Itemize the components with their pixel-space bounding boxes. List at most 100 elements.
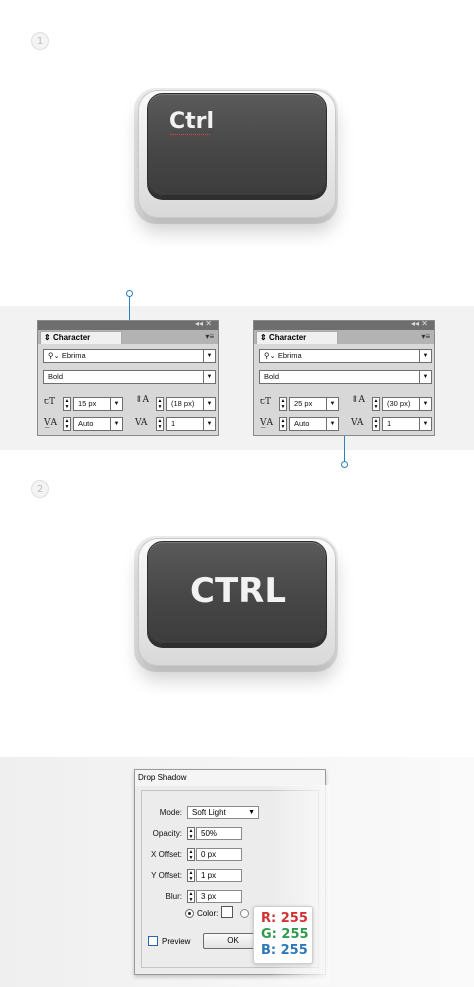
color-label: Color: [197, 909, 219, 918]
font-style-field[interactable]: Bold ▼ [43, 370, 216, 384]
tracking-icon: VA [351, 418, 364, 428]
panel-menu-icon[interactable]: ▾≡ [421, 332, 430, 341]
kerning-field[interactable]: Auto ▼ [73, 417, 123, 431]
rgb-color-callout: R: 255 G: 255 B: 255 [253, 906, 313, 964]
panel-menu-icon[interactable]: ▾≡ [205, 332, 214, 341]
x-offset-label: X Offset: [151, 850, 182, 859]
ctrl-key: Ctrl [147, 93, 327, 196]
opacity-field[interactable]: 50% [196, 827, 242, 840]
tracking-value: 1 [171, 419, 176, 428]
search-icon: ⚲⌄ [264, 351, 276, 360]
chevron-down-icon[interactable]: ▼ [203, 371, 215, 383]
leading-field[interactable]: (18 px) ▼ [166, 397, 216, 411]
chevron-down-icon[interactable]: ▼ [248, 807, 255, 818]
blur-label: Blur: [165, 892, 182, 901]
dialog-title: Drop Shadow [135, 770, 325, 786]
character-panel-left: ◂◂ ✕ ⇕ Character ▾≡ ⚲⌄ Ebrima ▼ Bold ▼ ꞇ… [37, 319, 219, 436]
font-family-field[interactable]: ⚲⌄ Ebrima ▼ [259, 349, 432, 363]
kerning-field[interactable]: Auto ▼ [289, 417, 339, 431]
leading-value: (18 px) [171, 399, 195, 408]
panel-titlebar: ◂◂ ✕ [254, 319, 434, 330]
font-style-value: Bold [264, 372, 280, 381]
leading-stepper[interactable]: ▲ ▼ [156, 397, 164, 411]
kerning-value: Auto [78, 419, 94, 428]
color-swatch[interactable] [221, 906, 233, 918]
chevron-down-icon[interactable]: ▼ [419, 418, 431, 430]
leading-field[interactable]: (30 px) ▼ [382, 397, 432, 411]
connector-line-right [344, 436, 345, 462]
connector-dot-right [341, 461, 348, 468]
chevron-down-icon[interactable]: ▼ [419, 350, 431, 362]
red-value: R: 255 [261, 911, 308, 926]
kerning-icon: V̲A [260, 418, 273, 428]
chevron-down-icon[interactable]: ▼ [419, 371, 431, 383]
y-offset-field[interactable]: 1 px [196, 869, 242, 882]
step-number-badge: 2 [31, 480, 49, 498]
mode-value: Soft Light [192, 808, 226, 817]
font-family-value: Ebrima [277, 351, 302, 360]
font-size-field[interactable]: 15 px ▼ [73, 397, 123, 411]
tracking-icon: VA [135, 418, 148, 428]
chevron-down-icon[interactable]: ▼ [203, 350, 215, 362]
tracking-value: 1 [387, 419, 392, 428]
panel-titlebar: ◂◂ ✕ [38, 319, 218, 330]
font-size-value: 15 px [78, 399, 97, 408]
font-style-field[interactable]: Bold ▼ [259, 370, 432, 384]
tab-character-label: Character [52, 333, 91, 342]
kerning-stepper[interactable]: ▲ ▼ [63, 417, 71, 431]
tracking-stepper[interactable]: ▲ ▼ [156, 417, 164, 431]
chevron-down-icon[interactable]: ▼ [110, 398, 122, 410]
font-size-value: 25 px [294, 399, 313, 408]
font-size-icon: ꞇT [260, 397, 272, 407]
chevron-down-icon[interactable]: ▼ [419, 398, 431, 410]
connector-dot-left [126, 290, 133, 297]
tracking-field[interactable]: 1 ▼ [166, 417, 216, 431]
leading-value: (30 px) [387, 399, 411, 408]
opacity-stepper[interactable]: ▲ ▼ [187, 827, 195, 840]
kerning-stepper[interactable]: ▲ ▼ [279, 417, 287, 431]
panel-window-controls[interactable]: ◂◂ ✕ [411, 319, 428, 328]
tab-character[interactable]: ⇕ Character [40, 331, 122, 344]
kerning-icon: V̲A [44, 418, 57, 428]
y-offset-stepper[interactable]: ▲ ▼ [187, 869, 195, 882]
darkness-radio[interactable] [240, 909, 249, 918]
leading-icon: ⇕A [135, 395, 150, 405]
size-stepper[interactable]: ▲ ▼ [63, 397, 71, 411]
connector-line-left [129, 296, 130, 322]
chevron-down-icon[interactable]: ▼ [203, 418, 215, 430]
leading-icon: ⇕A [351, 395, 366, 405]
preview-checkbox[interactable] [148, 936, 158, 946]
y-offset-label: Y Offset: [151, 871, 182, 880]
tracking-field[interactable]: 1 ▼ [382, 417, 432, 431]
opacity-label: Opacity: [152, 829, 182, 838]
chevron-down-icon[interactable]: ▼ [203, 398, 215, 410]
blur-field[interactable]: 3 px [196, 890, 242, 903]
kerning-value: Auto [294, 419, 310, 428]
font-size-icon: ꞇT [44, 397, 56, 407]
font-size-field[interactable]: 25 px ▼ [289, 397, 339, 411]
chevron-down-icon[interactable]: ▼ [110, 418, 122, 430]
mode-label: Mode: [159, 808, 182, 817]
key-label: Ctrl [169, 109, 215, 134]
x-offset-stepper[interactable]: ▲ ▼ [187, 848, 195, 861]
chevron-down-icon[interactable]: ▼ [326, 418, 338, 430]
tab-character[interactable]: ⇕ Character [256, 331, 338, 344]
mode-select[interactable]: Soft Light ▼ [187, 806, 259, 819]
ctrl-key: CTRL [147, 541, 327, 644]
leading-stepper[interactable]: ▲ ▼ [372, 397, 380, 411]
panel-window-controls[interactable]: ◂◂ ✕ [195, 319, 212, 328]
step-number-badge: 1 [31, 32, 49, 50]
font-family-field[interactable]: ⚲⌄ Ebrima ▼ [43, 349, 216, 363]
color-radio[interactable] [185, 909, 194, 918]
font-family-value: Ebrima [61, 351, 86, 360]
blue-value: B: 255 [261, 943, 308, 958]
font-style-value: Bold [48, 372, 64, 381]
blur-stepper[interactable]: ▲ ▼ [187, 890, 195, 903]
spellcheck-underline [170, 134, 210, 135]
preview-label: Preview [162, 937, 191, 946]
size-stepper[interactable]: ▲ ▼ [279, 397, 287, 411]
x-offset-field[interactable]: 0 px [196, 848, 242, 861]
character-panel-right: ◂◂ ✕ ⇕ Character ▾≡ ⚲⌄ Ebrima ▼ Bold ▼ ꞇ… [253, 319, 435, 436]
chevron-down-icon[interactable]: ▼ [326, 398, 338, 410]
tracking-stepper[interactable]: ▲ ▼ [372, 417, 380, 431]
